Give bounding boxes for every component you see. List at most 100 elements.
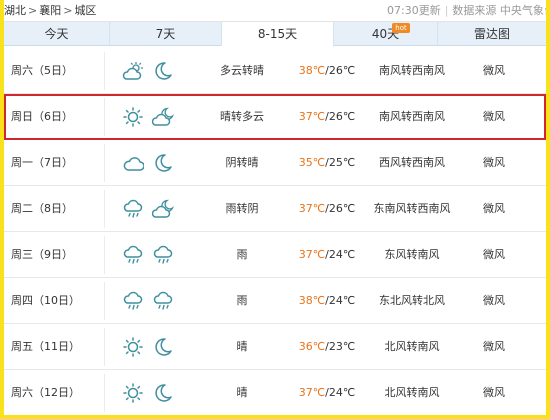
rain-icon [123,245,143,264]
column-divider [104,144,105,182]
weather-icons [122,48,182,94]
high-temp: 37℃ [298,110,326,123]
column-divider [104,190,105,228]
wind-level: 微风 [483,110,505,123]
temperature: 38℃/26℃ [292,48,362,94]
wind-direction: 西风转西南风 [379,156,445,169]
forecast-day: 周一（7日） [11,156,73,169]
rain-icon [153,245,173,264]
low-temp: /26℃ [325,110,356,123]
tab-radar[interactable]: 雷达图 [438,22,546,46]
cloudy-moon-icon [152,107,174,126]
forecast-day: 周四（10日） [11,294,80,307]
weather-icons [122,232,182,278]
high-temp: 37℃ [298,386,326,399]
data-source: 数据来源 中央气象台 [452,4,546,17]
high-temp: 38℃ [298,64,326,77]
wind-level: 微风 [483,64,505,77]
breadcrumb-district[interactable]: 城区 [74,4,96,17]
forecast-row: 周日（6日） 晴转多云 37℃/26℃ 南风转西南风 微风 [4,94,546,140]
column-divider [104,98,105,136]
forecast-row: 周二（8日） 雨转阴 37℃/26℃ 东南风转西南风 微风 [4,186,546,232]
forecast-table: 周六（5日） 多云转晴 38℃/26℃ 南风转西南风 微风 周日（6日） 晴转多云 37℃/2… [4,48,546,415]
hot-badge: hot [392,23,410,33]
forecast-day: 周日（6日） [11,110,73,123]
weather-icons [122,370,182,415]
tab-7-days[interactable]: 7天 [110,22,222,46]
breadcrumb-province[interactable]: 湖北 [4,4,26,17]
sun-icon [123,337,143,357]
high-temp: 37℃ [298,202,326,215]
weather-description: 晴 [236,386,248,399]
wind-level: 微风 [483,202,505,215]
wind-direction: 南风转西南风 [379,110,445,123]
forecast-day: 周三（9日） [11,248,73,261]
update-info: 07:30更新 | 数据来源 中央气象台 [387,0,546,22]
tab-40-days[interactable]: 40天 [334,22,438,46]
forecast-day: 周五（11日） [11,340,80,353]
low-temp: /25℃ [325,156,356,169]
weather-icons [122,278,182,324]
high-temp: 35℃ [298,156,326,169]
forecast-day: 周二（8日） [11,202,73,215]
breadcrumb: 湖北 > 襄阳 > 城区 [4,4,97,17]
wind-direction: 北风转南风 [384,386,440,399]
weather-description: 晴 [236,340,248,353]
temperature: 37℃/26℃ [292,186,362,232]
forecast-day: 周六（5日） [11,64,73,77]
forecast-row: 周五（11日） 晴 36℃/23℃ 北风转南风 微风 [4,324,546,370]
weather-description: 雨 [236,294,248,307]
column-divider [104,282,105,320]
low-temp: /24℃ [325,294,356,307]
wind-direction: 北风转南风 [384,340,440,353]
high-temp: 36℃ [298,340,326,353]
column-divider [104,236,105,274]
wind-direction: 东南风转西南风 [373,202,451,215]
forecast-tabs: 今天 7天 8-15天 40天 hot 雷达图 [4,22,546,47]
top-bar: 湖北 > 襄阳 > 城区 07:30更新 | 数据来源 中央气象台 [4,0,546,22]
temperature: 36℃/23℃ [292,324,362,370]
forecast-row: 周四（10日） 雨 38℃/24℃ 东北风转北风 微风 [4,278,546,324]
low-temp: /24℃ [325,248,356,261]
update-time: 07:30更新 [387,4,441,17]
wind-direction: 南风转西南风 [379,64,445,77]
wind-level: 微风 [483,156,505,169]
wind-direction: 东北风转北风 [379,294,445,307]
tab-today[interactable]: 今天 [4,22,110,46]
wind-level: 微风 [483,386,505,399]
forecast-row: 周六（5日） 多云转晴 38℃/26℃ 南风转西南风 微风 [4,48,546,94]
wind-level: 微风 [483,294,505,307]
forecast-row: 周一（7日） 阴转晴 35℃/25℃ 西风转西南风 微风 [4,140,546,186]
weather-icons [122,324,182,370]
temperature: 37℃/24℃ [292,370,362,415]
cloudy-moon-icon [152,199,174,218]
partly-cloudy-icon [122,61,144,80]
wind-level: 微风 [483,248,505,261]
high-temp: 37℃ [298,248,326,261]
weather-icons [122,186,182,232]
low-temp: /26℃ [325,202,356,215]
temperature: 38℃/24℃ [292,278,362,324]
wind-level: 微风 [483,340,505,353]
sun-icon [123,383,143,403]
cloud-icon [123,157,144,171]
moon-icon [155,154,172,172]
weather-panel: 湖北 > 襄阳 > 城区 07:30更新 | 数据来源 中央气象台 今天 7天 8-15天 … [4,0,546,415]
column-divider [104,328,105,366]
temperature: 35℃/25℃ [292,140,362,186]
weather-description: 雨转阴 [225,202,259,215]
rain-icon [123,291,143,310]
rain-icon [153,291,173,310]
moon-icon [155,338,172,356]
temperature: 37℃/24℃ [292,232,362,278]
temperature: 37℃/26℃ [292,94,362,140]
column-divider [104,374,105,412]
weather-icons [122,94,182,140]
tab-8-15-days[interactable]: 8-15天 [222,22,334,47]
low-temp: /26℃ [325,64,356,77]
weather-description: 多云转晴 [220,64,264,77]
wind-direction: 东风转南风 [384,248,440,261]
moon-icon [155,62,172,80]
moon-icon [155,384,172,402]
breadcrumb-city[interactable]: 襄阳 [39,4,61,17]
